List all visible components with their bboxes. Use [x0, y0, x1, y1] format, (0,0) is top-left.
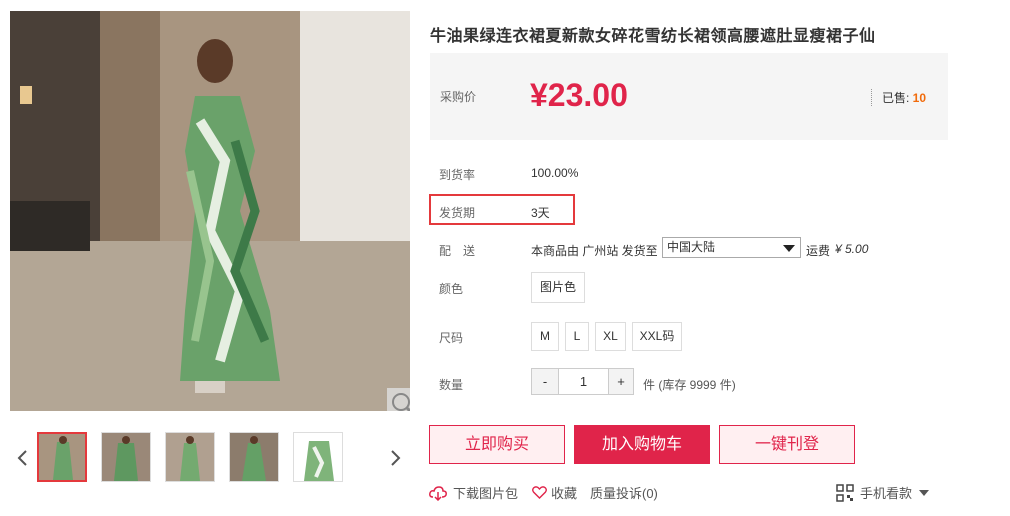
mobile-view-label: 手机看款: [860, 486, 913, 501]
cloud-download-icon: [429, 485, 447, 501]
shipping-fee-label: 运费: [806, 244, 831, 258]
thumbnail-1[interactable]: [37, 432, 87, 482]
chevron-right-icon: [391, 449, 401, 466]
thumbnail-4[interactable]: [229, 432, 279, 482]
destination-value: 中国大陆: [667, 240, 716, 254]
thumbnail-strip: [10, 430, 410, 485]
color-option[interactable]: 图片色: [531, 272, 585, 303]
size-option-xxl[interactable]: XXL码: [632, 322, 682, 351]
size-option-l[interactable]: L: [565, 322, 589, 351]
chevron-down-icon: [783, 245, 795, 252]
favorite-link[interactable]: 收藏: [532, 483, 577, 502]
quantity-minus-button[interactable]: -: [532, 369, 559, 394]
download-link[interactable]: 下载图片包: [429, 483, 518, 502]
zoom-icon[interactable]: [387, 388, 410, 411]
qr-code-icon: [836, 483, 854, 502]
ship-period-value: 3天: [531, 206, 550, 220]
delivery-text: 本商品由 广州站 发货至: [531, 244, 658, 258]
size-option-m[interactable]: M: [531, 322, 559, 351]
one-click-publish-button[interactable]: 一键刊登: [719, 425, 855, 464]
quantity-plus-button[interactable]: +: [608, 369, 633, 394]
sold-count: 已售: 10: [870, 89, 926, 106]
caret-down-icon: [919, 489, 930, 496]
thumbnail-2[interactable]: [101, 432, 151, 482]
arrival-rate-value: 100.00%: [531, 166, 579, 180]
complaint-link[interactable]: 质量投诉(0): [590, 483, 658, 502]
mobile-view-link[interactable]: 手机看款: [836, 483, 930, 502]
quantity-label: 数量: [439, 378, 464, 392]
price-value: ¥23.00: [530, 77, 628, 113]
thumbnail-next-button[interactable]: [384, 430, 408, 485]
product-title: 牛油果绿连衣裙夏新款女碎花雪纺长裙领高腰遮肚显瘦裙子仙: [430, 28, 876, 45]
thumbnail-5[interactable]: [293, 432, 343, 482]
destination-select[interactable]: 中国大陆: [662, 237, 801, 258]
product-photo: [10, 11, 410, 411]
price-label: 采购价: [440, 90, 477, 104]
quantity-stepper: - 1 +: [531, 368, 634, 395]
sold-number: 10: [912, 91, 926, 105]
sold-label: 已售:: [881, 91, 910, 105]
chevron-left-icon: [17, 449, 27, 466]
size-option-xl[interactable]: XL: [595, 322, 626, 351]
buy-now-button[interactable]: 立即购买: [429, 425, 565, 464]
download-label: 下载图片包: [453, 486, 519, 501]
add-to-cart-button[interactable]: 加入购物车: [574, 425, 710, 464]
stock-text: 件 (库存 9999 件): [643, 378, 736, 392]
complaint-label: 质量投诉(0): [590, 486, 658, 501]
arrival-rate-label: 到货率: [439, 168, 476, 182]
quantity-input[interactable]: 1: [559, 369, 608, 394]
heart-icon: [532, 486, 547, 499]
color-label: 颜色: [439, 282, 464, 296]
ship-period-label: 发货期: [439, 206, 476, 220]
favorite-label: 收藏: [551, 486, 578, 501]
price-box: 采购价 ¥23.00 已售: 10: [430, 53, 948, 140]
thumbnail-prev-button[interactable]: [10, 430, 34, 485]
thumbnail-3[interactable]: [165, 432, 215, 482]
main-product-image[interactable]: [10, 11, 410, 411]
delivery-label: 配 送: [439, 244, 476, 258]
shipping-fee-value: ¥ 5.00: [835, 242, 869, 256]
size-label: 尺码: [439, 331, 464, 345]
